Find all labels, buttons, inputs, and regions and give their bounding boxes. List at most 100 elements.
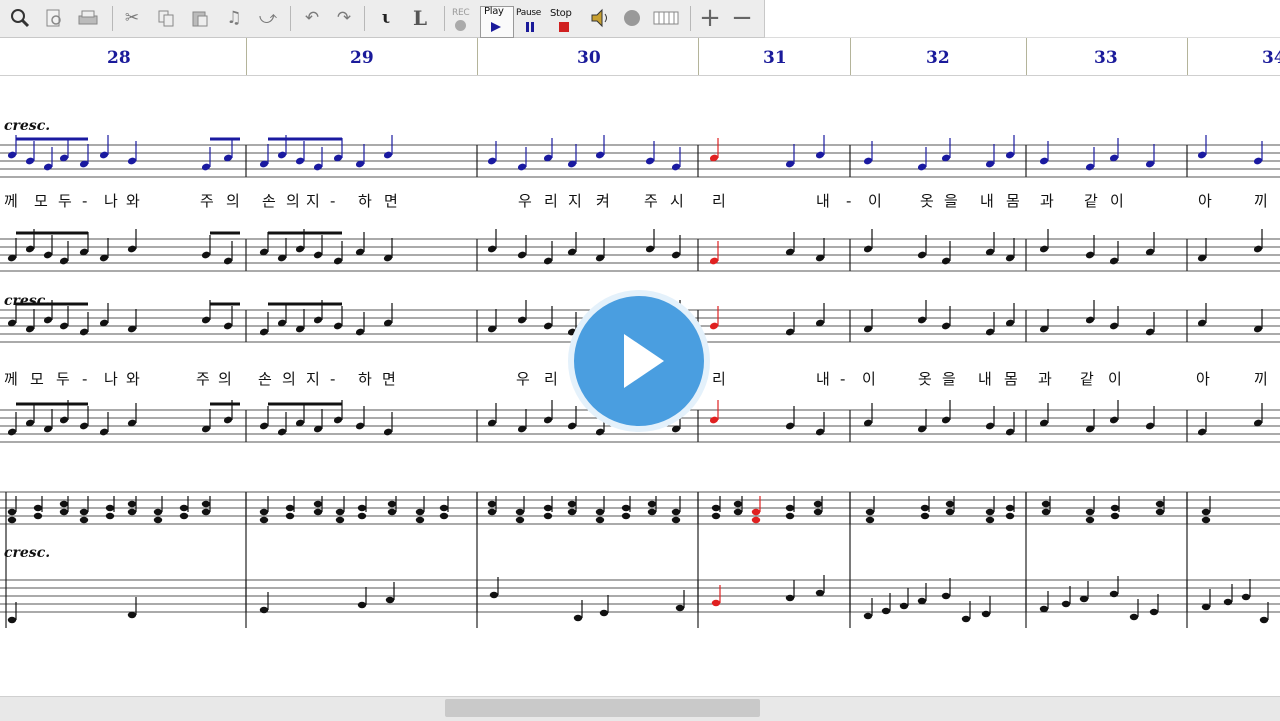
insert-lyric-icon[interactable]: ι [372, 4, 400, 32]
redo-icon[interactable]: ↷ [330, 4, 358, 32]
lyric-syllable[interactable]: 몸 [1004, 370, 1018, 388]
lyric-syllable[interactable]: 옷 [920, 192, 934, 210]
lyric-syllable[interactable]: 과 [1040, 192, 1054, 210]
lyric-syllable[interactable]: 이 [868, 192, 882, 210]
lyric-syllable[interactable]: 면 [384, 192, 398, 210]
lyric-syllable[interactable]: 옷 [918, 370, 932, 388]
lyric-syllable[interactable]: 나 [104, 192, 118, 210]
lyric-syllable[interactable]: 의 [286, 192, 300, 210]
lyric-syllable[interactable]: 두 [58, 192, 72, 210]
measure-number[interactable]: 31 [763, 48, 787, 68]
note-head [961, 615, 971, 623]
undo-icon[interactable]: ↶ [298, 4, 326, 32]
lyric-syllable[interactable]: 같 [1084, 192, 1098, 210]
lyric-syllable[interactable]: 내 [816, 370, 830, 388]
record-button[interactable] [455, 20, 466, 31]
lyric-syllable[interactable]: 모 [34, 192, 48, 210]
lyric-syllable[interactable]: 면 [382, 370, 396, 388]
lyric-syllable[interactable]: 켜 [596, 192, 610, 210]
lyric-syllable[interactable]: 리 [544, 192, 558, 210]
lyric-syllable[interactable]: 아 [1198, 192, 1212, 210]
lyric-syllable[interactable]: 와 [126, 192, 140, 210]
lyric-syllable[interactable]: - [846, 192, 851, 210]
print-preview-icon[interactable] [40, 4, 68, 32]
lyric-syllable[interactable]: 같 [1080, 370, 1094, 388]
lyric-syllable[interactable]: 지 [306, 192, 320, 210]
lyric-syllable[interactable]: 이 [1108, 370, 1122, 388]
copy-icon[interactable] [152, 4, 180, 32]
lyrics-line[interactable]: 께모두-나와주의손의지-하면우리지켜주시리내-이옷을내몸과같이아끼 [4, 192, 1268, 210]
lyric-syllable[interactable]: 이 [862, 370, 876, 388]
lyric-syllable[interactable]: 우 [516, 370, 530, 388]
cut-icon[interactable]: ✂ [118, 4, 146, 32]
note-head [621, 512, 631, 520]
lyric-syllable[interactable]: 과 [1038, 370, 1052, 388]
lyric-syllable[interactable]: 을 [942, 370, 956, 388]
lyric-syllable[interactable]: 하 [358, 192, 372, 210]
lyric-syllable[interactable]: 께 [4, 192, 18, 210]
measure-number[interactable]: 29 [350, 48, 374, 68]
lyric-syllable[interactable]: 끼 [1254, 370, 1268, 388]
lyric-syllable[interactable]: 의 [282, 370, 296, 388]
lyric-syllable[interactable]: 내 [978, 370, 992, 388]
zoom-in-icon[interactable]: + [696, 3, 724, 33]
note-head [1085, 516, 1095, 524]
lyric-syllable[interactable]: - [330, 192, 335, 210]
keyboard-icon[interactable] [652, 4, 680, 32]
note-icon[interactable]: ♫ [220, 4, 248, 32]
lyric-syllable[interactable]: 리 [712, 192, 726, 210]
tie-icon[interactable]: ⤻ [254, 4, 282, 32]
measure-number[interactable]: 28 [107, 48, 131, 68]
lyric-syllable[interactable]: - [82, 370, 87, 388]
lyric-syllable[interactable]: 내 [980, 192, 994, 210]
lyric-syllable[interactable]: 주 [196, 370, 210, 388]
print-icon[interactable] [74, 4, 102, 32]
measure-number[interactable]: 34 [1262, 48, 1280, 68]
lyric-syllable[interactable]: 와 [126, 370, 140, 388]
volume-icon[interactable] [586, 4, 614, 32]
lyric-syllable[interactable]: - [840, 370, 845, 388]
lyric-syllable[interactable]: 시 [670, 192, 684, 210]
zoom-out-icon[interactable]: − [728, 3, 756, 33]
note-head [1041, 508, 1051, 516]
pause-icon[interactable] [524, 21, 536, 33]
lyric-syllable[interactable]: 을 [944, 192, 958, 210]
zoom-icon[interactable] [6, 4, 34, 32]
sound-icon[interactable] [618, 4, 646, 32]
note-head [285, 512, 295, 520]
lyric-syllable[interactable]: 리 [544, 370, 558, 388]
lyric-syllable[interactable]: 께 [4, 370, 18, 388]
note-head [920, 512, 930, 520]
lyric-syllable[interactable]: 끼 [1254, 192, 1268, 210]
lyric-syllable[interactable]: 주 [200, 192, 214, 210]
measure-number[interactable]: 33 [1094, 48, 1118, 68]
lyric-syllable[interactable]: 손 [258, 370, 272, 388]
lyric-syllable[interactable]: 지 [306, 370, 320, 388]
lyric-syllable[interactable]: 하 [358, 370, 372, 388]
lyric-syllable[interactable]: 의 [226, 192, 240, 210]
lyric-syllable[interactable]: 주 [644, 192, 658, 210]
lyric-syllable[interactable]: 나 [104, 370, 118, 388]
lyric-syllable[interactable]: 아 [1196, 370, 1210, 388]
lyric-syllable[interactable]: - [330, 370, 335, 388]
lyric-syllable[interactable]: 이 [1110, 192, 1124, 210]
lyric-syllable[interactable]: 몸 [1006, 192, 1020, 210]
measure-number[interactable]: 32 [926, 48, 950, 68]
paste-icon[interactable] [186, 4, 214, 32]
lyric-syllable[interactable]: 지 [568, 192, 582, 210]
lyric-syllable[interactable]: 두 [56, 370, 70, 388]
lyric-syllable[interactable]: 우 [518, 192, 532, 210]
layout-icon[interactable]: L [406, 4, 434, 32]
lyric-syllable[interactable]: 손 [262, 192, 276, 210]
play-overlay-button[interactable] [568, 290, 710, 432]
lyric-syllable[interactable]: 의 [218, 370, 232, 388]
scrollbar-thumb[interactable] [445, 699, 760, 717]
lyric-syllable[interactable]: 내 [816, 192, 830, 210]
note-head [515, 516, 525, 524]
lyric-syllable[interactable]: - [82, 192, 87, 210]
measure-number[interactable]: 30 [577, 48, 601, 68]
note-head [179, 504, 189, 512]
stop-icon[interactable] [558, 21, 570, 33]
lyric-syllable[interactable]: 모 [30, 370, 44, 388]
lyric-syllable[interactable]: 리 [712, 370, 726, 388]
